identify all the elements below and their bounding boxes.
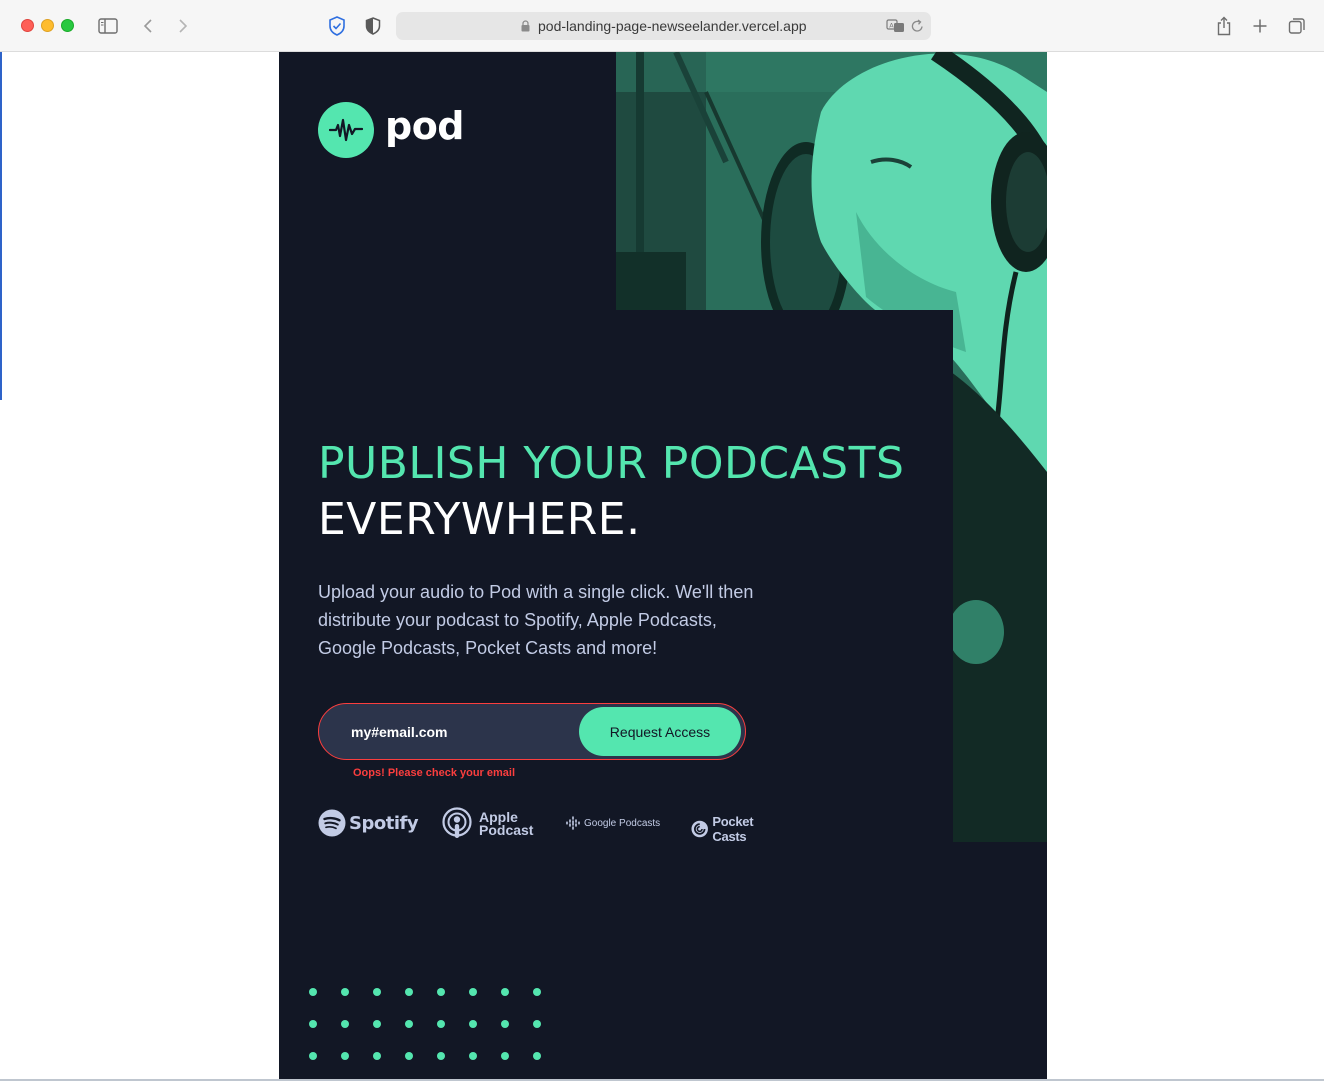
google-podcasts-label: Google Podcasts — [584, 817, 661, 829]
decorative-dot — [533, 1052, 541, 1060]
decorative-dot — [405, 1020, 413, 1028]
decorative-dot — [309, 988, 317, 996]
pocket-casts-icon — [691, 820, 708, 838]
decorative-dot — [533, 988, 541, 996]
address-bar[interactable]: pod-landing-page-newseelander.vercel.app… — [396, 12, 931, 40]
headline-plain: EVERYWHERE. — [318, 494, 641, 545]
decorative-dot — [469, 1052, 477, 1060]
minimize-window-button[interactable] — [41, 19, 54, 32]
browser-toolbar: pod-landing-page-newseelander.vercel.app… — [0, 0, 1324, 52]
close-window-button[interactable] — [21, 19, 34, 32]
email-error-message: Oops! Please check your email — [353, 767, 516, 779]
content-panel — [279, 310, 953, 1081]
reader-shield-icon[interactable] — [361, 14, 385, 38]
decorative-dot — [405, 1052, 413, 1060]
decorative-dot — [341, 1052, 349, 1060]
sidebar-toggle-icon[interactable] — [96, 14, 120, 38]
decorative-dot — [501, 1020, 509, 1028]
pocket-casts-logo: Pocket Casts — [691, 814, 788, 844]
decorative-dot — [373, 1020, 381, 1028]
decorative-dot — [341, 988, 349, 996]
url-text: pod-landing-page-newseelander.vercel.app — [538, 18, 807, 34]
spotify-label: Spotify — [349, 812, 419, 834]
content-panel-bottom — [953, 842, 1047, 1081]
apple-podcast-label: Apple Podcast — [479, 810, 534, 838]
hero-headline: PUBLISH YOUR PODCASTS EVERYWHERE. — [318, 436, 938, 548]
logo-wordmark: pod — [385, 104, 465, 148]
decorative-dot — [437, 1020, 445, 1028]
decorative-dot — [469, 1020, 477, 1028]
decorative-dot — [501, 988, 509, 996]
google-podcasts-icon — [566, 816, 580, 830]
viewport-edge — [0, 52, 2, 400]
decorative-dot — [437, 1052, 445, 1060]
request-access-button[interactable]: Request Access — [579, 707, 741, 756]
lock-icon — [521, 20, 530, 32]
hero-description: Upload your audio to Pod with a single c… — [318, 582, 754, 658]
email-field[interactable] — [320, 705, 575, 758]
forward-icon[interactable] — [171, 14, 195, 38]
decorative-dot — [437, 988, 445, 996]
apple-podcast-logo: Apple Podcast — [441, 807, 533, 841]
decorative-dot — [341, 1020, 349, 1028]
waveform-icon — [318, 102, 374, 158]
reload-icon[interactable] — [911, 19, 924, 33]
landing-page: pod PUBLISH YOUR PODCASTS EVERYWHERE. Up… — [279, 52, 1047, 1081]
svg-text:A: A — [889, 21, 894, 29]
zoom-window-button[interactable] — [61, 19, 74, 32]
pod-logo[interactable]: pod — [318, 102, 465, 158]
platform-logos: Spotify Apple Podcast Google Podcasts Po… — [318, 807, 788, 844]
translate-icon[interactable]: A — [886, 18, 906, 34]
decorative-dot — [533, 1020, 541, 1028]
google-podcasts-logo: Google Podcasts — [566, 816, 660, 830]
decorative-dot — [469, 988, 477, 996]
back-icon[interactable] — [136, 14, 160, 38]
spotify-logo: Spotify — [318, 809, 419, 837]
spotify-icon — [318, 809, 346, 837]
headline-accent: PUBLISH YOUR PODCASTS — [318, 438, 905, 489]
tab-overview-icon[interactable] — [1285, 14, 1309, 38]
decorative-dot — [405, 988, 413, 996]
pocket-casts-label: Pocket Casts — [712, 814, 754, 844]
privacy-shield-icon[interactable] — [325, 14, 349, 38]
decorative-dot — [373, 1052, 381, 1060]
apple-label-line2: Podcast — [479, 822, 534, 838]
decorative-dot — [309, 1052, 317, 1060]
share-icon[interactable] — [1212, 14, 1236, 38]
decorative-dot — [501, 1052, 509, 1060]
decorative-dot — [373, 988, 381, 996]
decorative-dot — [309, 1020, 317, 1028]
request-access-form: Request Access — [318, 703, 746, 760]
apple-podcast-icon — [442, 807, 472, 838]
new-tab-icon[interactable] — [1248, 14, 1272, 38]
